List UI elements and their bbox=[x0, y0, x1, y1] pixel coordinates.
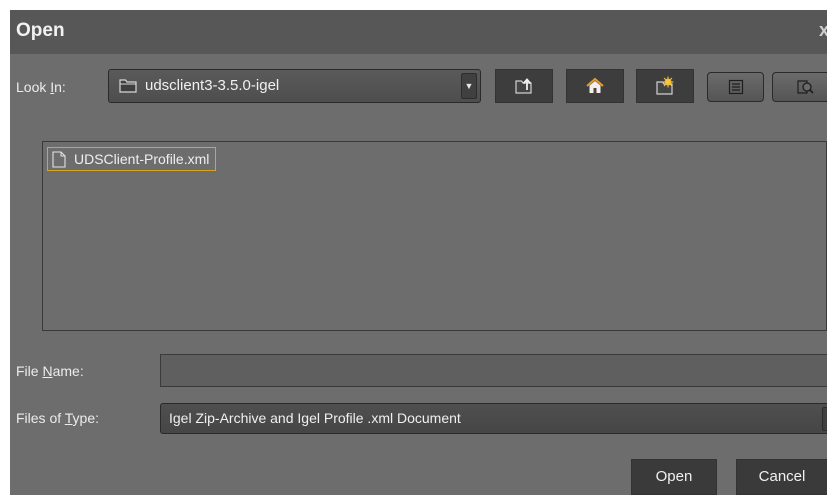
new-folder-button[interactable] bbox=[636, 69, 694, 103]
cancel-button[interactable]: Cancel bbox=[736, 459, 827, 495]
close-icon[interactable]: x bbox=[819, 20, 827, 41]
home-icon bbox=[586, 77, 604, 93]
file-icon bbox=[52, 150, 66, 168]
files-of-type-combo[interactable]: Igel Zip-Archive and Igel Profile .xml D… bbox=[160, 403, 827, 434]
look-in-label: Look In: bbox=[16, 79, 66, 95]
folder-icon bbox=[119, 79, 137, 93]
list-view-button[interactable] bbox=[707, 72, 764, 102]
home-button[interactable] bbox=[566, 69, 624, 103]
look-in-value: udsclient3-3.5.0-igel bbox=[145, 77, 280, 94]
up-one-level-button[interactable] bbox=[495, 69, 553, 103]
details-view-button[interactable] bbox=[772, 72, 827, 102]
file-list[interactable]: UDSClient-Profile.xml bbox=[42, 141, 827, 331]
title-bar[interactable]: Open x bbox=[10, 10, 827, 54]
look-in-combo[interactable]: udsclient3-3.5.0-igel ▼ bbox=[108, 69, 481, 103]
new-folder-icon bbox=[656, 76, 674, 95]
files-of-type-label: Files of Type: bbox=[16, 410, 100, 426]
file-name-label: File Name: bbox=[16, 363, 84, 379]
open-dialog: Open x Look In: udsclient3-3.5.0-igel ▼ bbox=[10, 10, 827, 495]
chevron-down-icon[interactable]: ▼ bbox=[822, 407, 827, 431]
details-view-icon bbox=[797, 80, 814, 94]
list-item-file[interactable]: UDSClient-Profile.xml bbox=[47, 147, 217, 171]
up-one-level-icon bbox=[515, 78, 532, 94]
file-name-label: UDSClient-Profile.xml bbox=[74, 151, 210, 167]
chevron-down-icon[interactable]: ▼ bbox=[461, 73, 477, 99]
files-of-type-value: Igel Zip-Archive and Igel Profile .xml D… bbox=[169, 410, 461, 426]
file-name-input[interactable] bbox=[160, 354, 827, 387]
open-button[interactable]: Open bbox=[631, 459, 717, 495]
list-view-icon bbox=[728, 79, 743, 95]
dialog-title: Open bbox=[16, 20, 65, 41]
